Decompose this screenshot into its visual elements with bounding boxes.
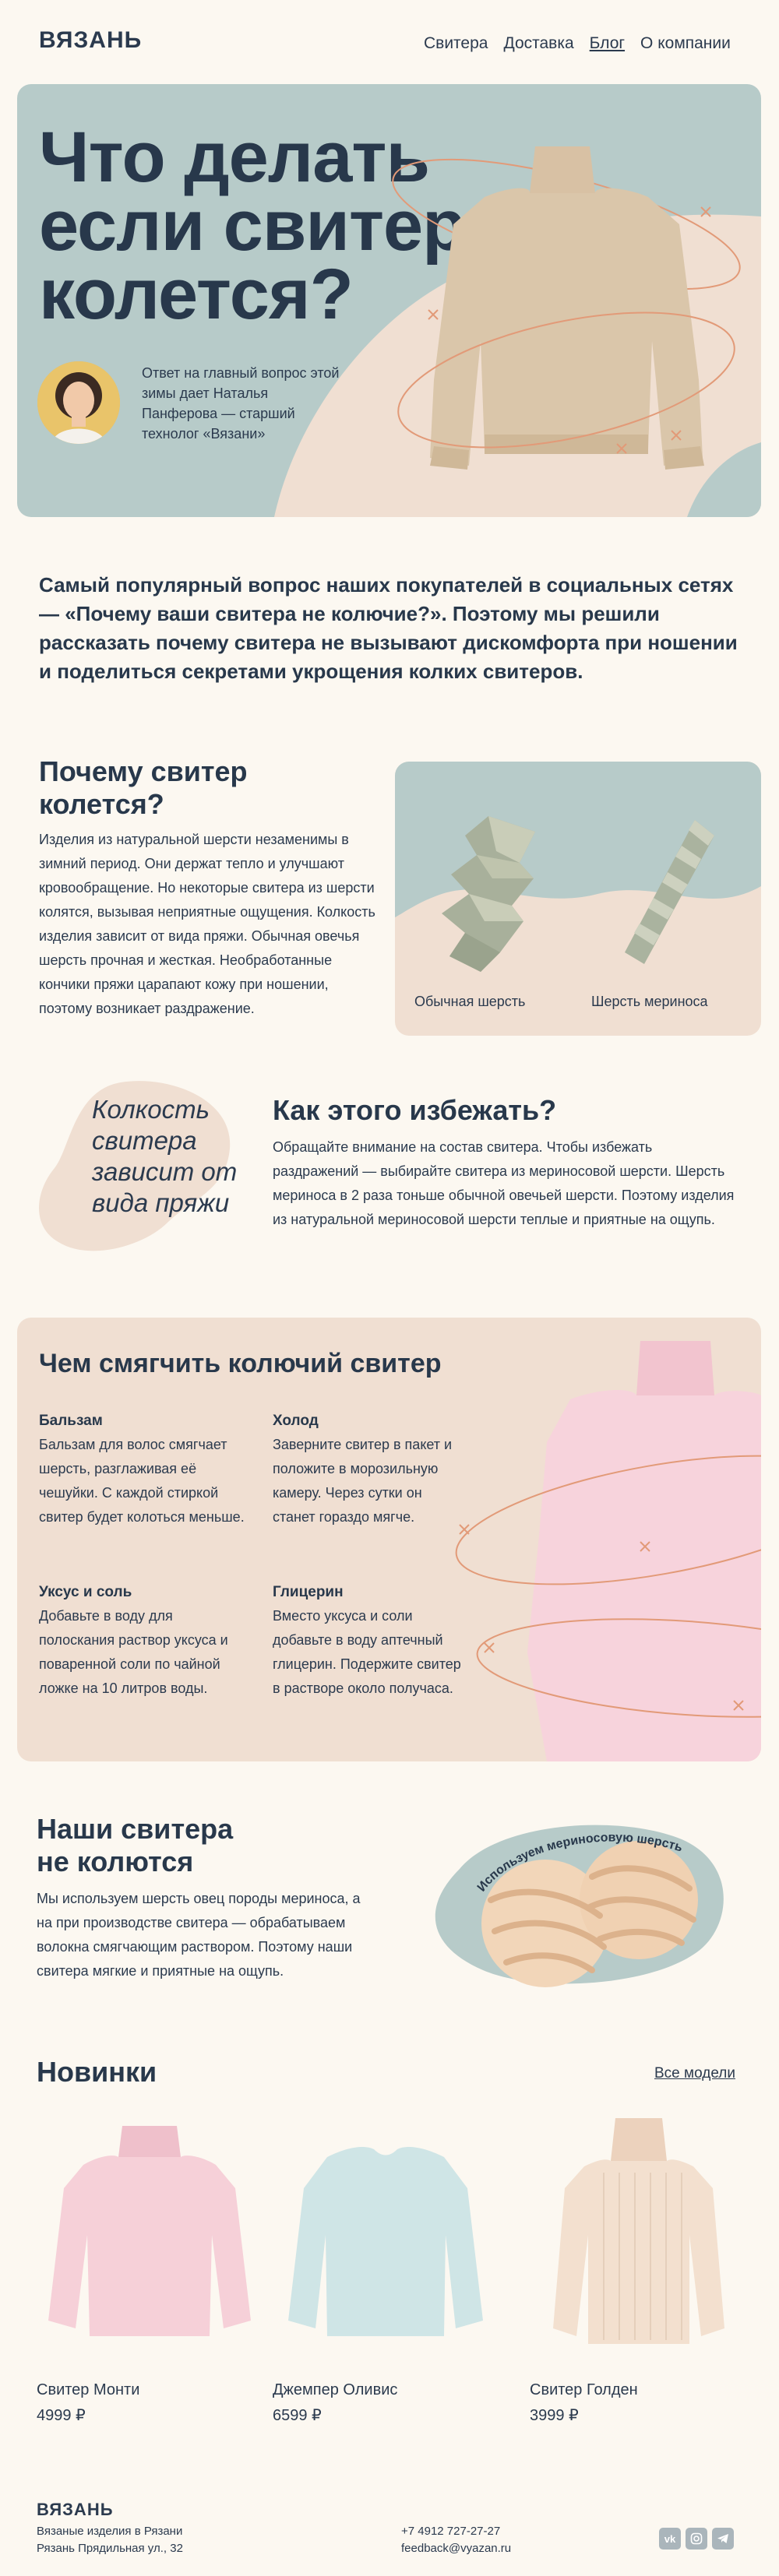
- all-models-link[interactable]: Все модели: [654, 2065, 735, 2082]
- new-title: Новинки: [37, 2056, 157, 2088]
- footer-email[interactable]: feedback@vyazan.ru: [401, 2540, 511, 2557]
- tip-glycerin: Глицерин Вместо уксуса и соли добавьте в…: [273, 1584, 461, 1696]
- product-name: Свитер Монти: [37, 2381, 140, 2398]
- telegram-icon[interactable]: [712, 2528, 734, 2550]
- product-image[interactable]: [37, 2103, 263, 2367]
- footer-contacts: +7 4912 727-27-27 feedback@vyazan.ru: [401, 2523, 511, 2557]
- main-nav: Свитера Доставка Блог О компании: [424, 34, 731, 53]
- nav-delivery[interactable]: Доставка: [503, 34, 573, 53]
- tip-cold: Холод Заверните свитер в пакет и положит…: [273, 1413, 453, 1525]
- nav-blog[interactable]: Блог: [590, 34, 625, 53]
- footer-logo[interactable]: ВЯЗАНЬ: [37, 2500, 114, 2520]
- product-price: 3999 ₽: [530, 2407, 579, 2424]
- lead-paragraph: Самый популярный вопрос наших покупателе…: [39, 573, 738, 683]
- soften-title: Чем смягчить колючий свитер: [39, 1349, 442, 1378]
- footer-socials: vk: [654, 2528, 734, 2550]
- avoid-title: Как этого избежать?: [273, 1094, 557, 1126]
- instagram-icon[interactable]: [686, 2528, 707, 2550]
- why-text: Изделия из натуральной шерсти незаменимы…: [39, 832, 375, 1016]
- yarn-comparison-card: Обычная шерсть Шерсть мериноса: [395, 762, 761, 1036]
- product-image[interactable]: [273, 2103, 499, 2367]
- site-logo[interactable]: ВЯЗАНЬ: [39, 27, 142, 54]
- product-image[interactable]: [530, 2103, 756, 2367]
- ours-title: Наши свитера не колются: [37, 1813, 234, 1877]
- sweater-golden-image: [553, 2118, 724, 2344]
- caption-regular-wool: Обычная шерсть: [414, 994, 526, 1009]
- tip-balm: Бальзам Бальзам для волос смягчает шерст…: [39, 1413, 245, 1525]
- footer-company-info: Вязаные изделия в Рязани Рязань Прядильн…: [37, 2525, 183, 2555]
- merino-yarn-badge: Используем мериносовую шерсть: [435, 1825, 724, 1987]
- product-name: Джемпер Оливис: [273, 2381, 398, 2398]
- nav-sweaters[interactable]: Свитера: [424, 34, 488, 53]
- avoid-text: Обращайте внимание на состав свитера. Чт…: [273, 1139, 735, 1227]
- sweater-monti-image: [48, 2126, 251, 2336]
- product-card-olivis[interactable]: Джемпер Оливис 6599 ₽: [273, 2103, 506, 2425]
- hero-section: Что делать если свитер колется? Ответ на…: [17, 84, 761, 517]
- nav-about[interactable]: О компании: [640, 34, 731, 53]
- product-card-golden[interactable]: Свитер Голден 3999 ₽: [530, 2103, 763, 2425]
- footer-phone[interactable]: +7 4912 727-27-27: [401, 2523, 511, 2540]
- regular-wool-image: [442, 816, 535, 972]
- product-price: 6599 ₽: [273, 2407, 322, 2424]
- tip-vinegar-salt: Уксус и соль Добавьте в воду для полоска…: [39, 1584, 228, 1696]
- merino-wool-image: [625, 820, 714, 964]
- soften-section: Чем смягчить колючий свитер Бальзам Баль…: [17, 1318, 761, 1761]
- ours-text: Мы используем шерсть овец породы меринос…: [37, 1891, 361, 1979]
- caption-merino-wool: Шерсть мериноса: [591, 994, 708, 1009]
- author-avatar: [37, 361, 120, 444]
- why-title: Почему свитер колется?: [39, 755, 248, 820]
- hero-sweater-image: [392, 146, 741, 470]
- vk-icon[interactable]: vk: [659, 2528, 681, 2550]
- product-price: 4999 ₽: [37, 2407, 86, 2424]
- pull-quote: Колкость свитера зависит от вида пряжи: [92, 1095, 238, 1217]
- product-name: Свитер Голден: [530, 2381, 638, 2398]
- sweater-olivis-image: [288, 2147, 483, 2336]
- product-card-monti[interactable]: Свитер Монти 4999 ₽: [37, 2103, 270, 2425]
- author-description: Ответ на главный вопрос этой зимы дает Н…: [142, 365, 340, 442]
- pink-sweater-image: [455, 1341, 761, 1761]
